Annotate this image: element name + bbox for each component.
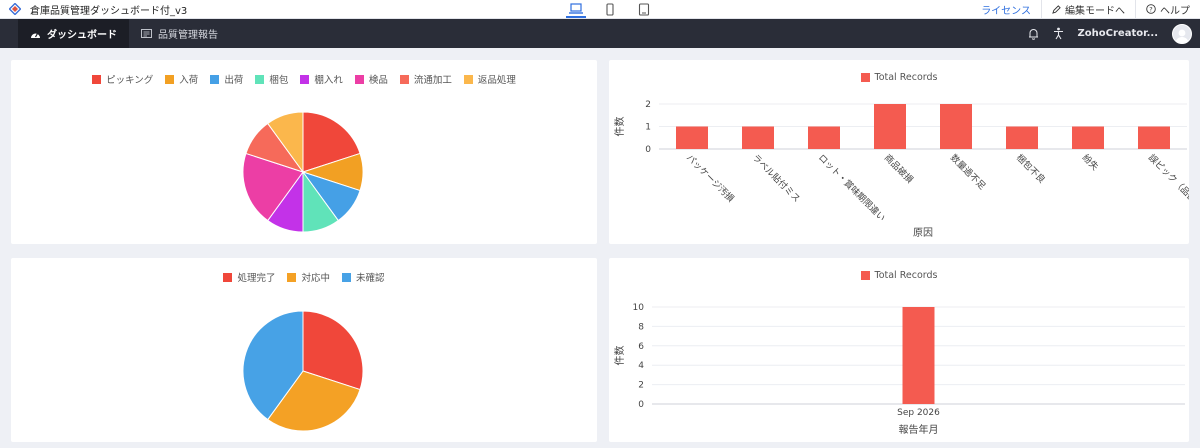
y-tick-label: 10 xyxy=(633,303,645,313)
license-link[interactable]: ライセンス xyxy=(971,0,1041,19)
app-title: 倉庫品質管理ダッシュボード付_v3 xyxy=(30,5,188,17)
avatar[interactable] xyxy=(1172,23,1192,44)
cause-bar[interactable] xyxy=(676,126,708,150)
cause-bar[interactable] xyxy=(1072,126,1104,150)
y-tick-label: 2 xyxy=(638,381,644,391)
x-axis-label: 原因 xyxy=(913,227,933,239)
edit-mode-button[interactable]: 編集モードへ xyxy=(1041,0,1135,19)
status-pie-chart xyxy=(242,310,364,432)
month-bar[interactable] xyxy=(902,307,935,404)
tab-quality-report[interactable]: 品質管理報告 xyxy=(129,19,230,48)
tablet-view-icon[interactable] xyxy=(634,1,654,18)
user-name[interactable]: ZohoCreator... xyxy=(1078,28,1158,39)
cause-bar[interactable] xyxy=(940,104,972,149)
y-tick-label: 0 xyxy=(638,400,644,410)
cause-bar[interactable] xyxy=(1006,126,1038,150)
y-axis-label: 件数 xyxy=(613,117,626,137)
cause-bar[interactable] xyxy=(874,104,906,149)
y-tick-label: 6 xyxy=(638,342,644,352)
svg-text:?: ? xyxy=(1149,5,1152,13)
x-tick-label: ロット・賞味期限違い xyxy=(816,152,888,224)
dashboard-icon xyxy=(31,32,40,38)
y-tick-label: 4 xyxy=(638,361,644,371)
x-tick-label: 数量過不足 xyxy=(948,152,988,192)
tab-dashboard-label: ダッシュボード xyxy=(47,30,117,41)
x-tick-label: ラベル貼付ミス xyxy=(750,152,803,205)
cause-bar-chart: 0 1 2 パッケージ汚損 ラベル貼付ミス ロット・賞味期限違い商品破損 数量過不足 梱包不良… xyxy=(613,100,1189,239)
mobile-view-icon[interactable] xyxy=(600,1,620,18)
edit-mode-label: 編集モードへ xyxy=(1065,5,1125,17)
month-bar-chart: 0 2 4 6 8 10 Sep 2026 報告年月 件数 xyxy=(613,303,1185,436)
x-tick-label: パッケージ汚損 xyxy=(684,152,737,205)
x-axis-label: 報告年月 xyxy=(899,423,939,436)
cause-bar-panel: Total Records 0 1 2 パッケージ汚損 ラベル貼付ミス ロット・賞味期限違… xyxy=(609,60,1189,244)
laptop-view-icon[interactable] xyxy=(566,1,586,18)
pencil-icon xyxy=(1052,4,1061,14)
tab-quality-report-label: 品質管理報告 xyxy=(158,30,218,41)
cause-bar[interactable] xyxy=(808,126,840,150)
y-tick-label: 1 xyxy=(645,123,651,133)
report-icon xyxy=(141,29,152,38)
x-tick-label: 梱包不良 xyxy=(1014,152,1048,186)
x-tick-label: 商品破損 xyxy=(882,152,916,186)
cause-bar[interactable] xyxy=(742,126,774,150)
cause-bar[interactable] xyxy=(1138,126,1170,150)
app-logo-icon[interactable] xyxy=(0,3,30,15)
help-button[interactable]: ? ヘルプ xyxy=(1135,0,1200,19)
accessibility-icon[interactable] xyxy=(1053,27,1064,40)
process-pie-panel: ピッキング 入荷 出荷 梱包 棚入れ 検品 流通加工 返品処理 xyxy=(11,60,597,244)
top-bar: 倉庫品質管理ダッシュボード付_v3 ライセンス 編集モードへ ? ヘルプ xyxy=(0,0,1200,19)
x-tick-label: 紛失 xyxy=(1080,152,1101,173)
y-tick-label: 0 xyxy=(645,145,651,155)
y-axis-label: 件数 xyxy=(613,346,626,366)
bell-icon[interactable] xyxy=(1028,28,1039,40)
user-avatar-icon xyxy=(1175,29,1189,43)
month-bar-panel: Total Records 0 2 4 6 8 10 Sep 2026 報告年月 件数 xyxy=(609,258,1189,442)
x-tick-label: 誤ピック（品番… xyxy=(1146,152,1189,211)
help-icon: ? xyxy=(1146,4,1156,14)
process-pie-chart xyxy=(242,111,364,233)
device-switcher xyxy=(566,0,654,19)
x-tick-label: Sep 2026 xyxy=(897,408,940,418)
help-label: ヘルプ xyxy=(1160,5,1190,17)
y-tick-label: 2 xyxy=(645,100,651,110)
nav-bar: ダッシュボード 品質管理報告 ZohoCreator... xyxy=(0,19,1200,48)
status-pie-panel: 処理完了 対応中 未確認 xyxy=(11,258,597,442)
tab-dashboard[interactable]: ダッシュボード xyxy=(18,19,129,48)
y-tick-label: 8 xyxy=(638,322,644,332)
